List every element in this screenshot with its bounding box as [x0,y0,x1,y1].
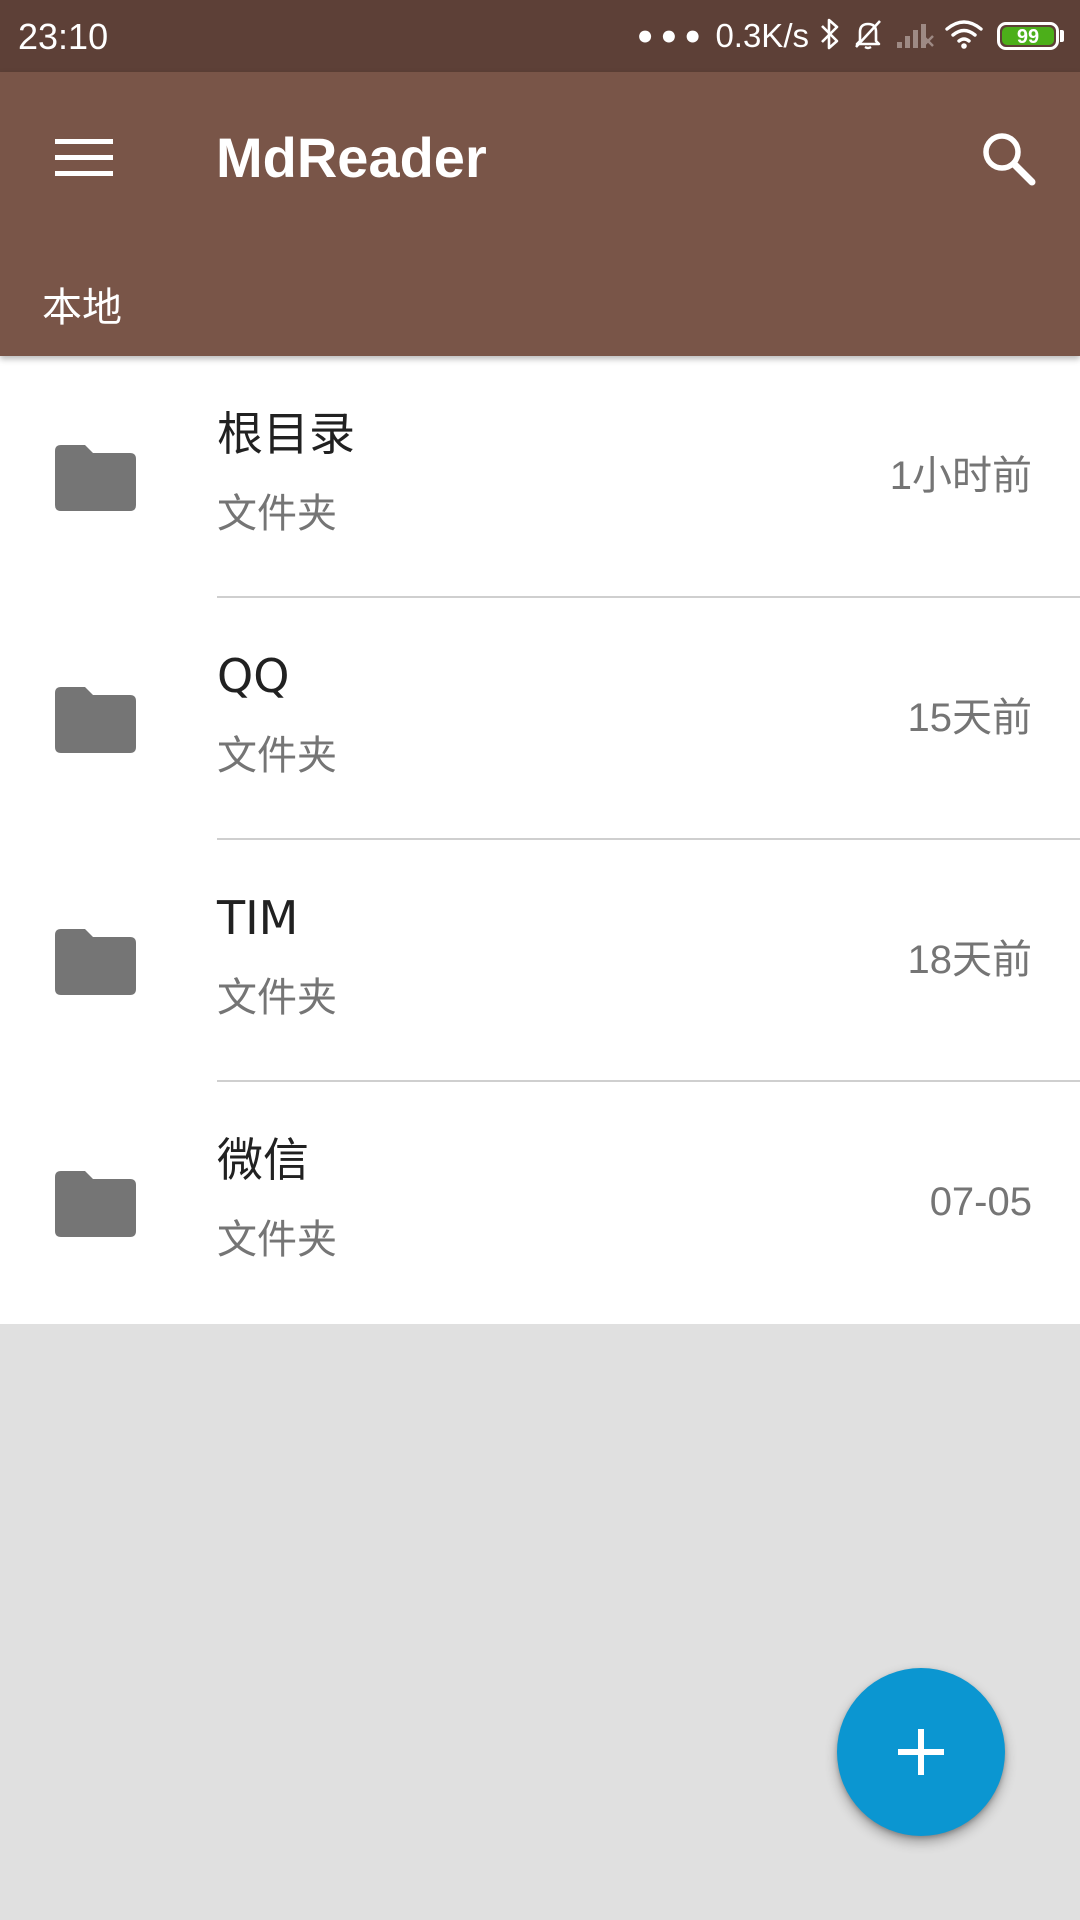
file-name: 根目录 [217,407,355,461]
list-item-wechat[interactable]: 微信 文件夹 07-05 [0,1082,1080,1324]
more-notifications-icon: ••• [634,18,706,58]
add-button[interactable] [837,1668,1005,1836]
search-icon [983,133,1036,186]
status-icons: ••• 0.3K/s 99 [624,0,1064,72]
file-modified-time: 07-05 [929,1180,1032,1224]
folder-icon [55,1171,136,1237]
battery-level: 99 [1002,27,1054,47]
plus-icon [898,1729,944,1775]
list-item-tim[interactable]: TIM 文件夹 18天前 [0,840,1080,1082]
file-type: 文件夹 [217,1217,337,1263]
network-speed: 0.3K/s [715,17,809,54]
file-modified-time: 18天前 [907,938,1033,982]
file-name: TIM [217,891,299,945]
battery-nub [1060,30,1064,42]
folder-icon [55,445,136,511]
search-button[interactable] [964,114,1052,202]
file-list: 根目录 文件夹 1小时前 QQ 文件夹 15天前 TIM 文件夹 18天前 微信… [0,356,1080,1324]
file-modified-time: 15天前 [907,696,1033,740]
app-title: MdReader [216,126,487,189]
wifi-icon [945,18,983,54]
menu-button[interactable] [40,114,128,202]
file-type: 文件夹 [217,491,337,537]
file-type: 文件夹 [217,733,337,779]
status-time: 23:10 [18,16,109,57]
list-item-root[interactable]: 根目录 文件夹 1小时前 [0,356,1080,598]
signal-icon [895,18,935,54]
file-type: 文件夹 [217,975,337,1021]
status-bar: 23:10 ••• 0.3K/s 99 [0,0,1080,72]
list-item-qq[interactable]: QQ 文件夹 15天前 [0,598,1080,840]
folder-icon [55,929,136,995]
app-bar: MdReader 本地 [0,72,1080,356]
file-name: QQ [217,649,290,703]
mute-bell-icon [851,17,885,55]
tab-local[interactable]: 本地 [22,264,142,352]
file-modified-time: 1小时前 [889,454,1032,498]
file-name: 微信 [217,1133,309,1187]
battery-icon: 99 [997,22,1059,50]
folder-icon [55,687,136,753]
menu-icon [55,139,113,176]
bluetooth-icon [819,17,841,55]
